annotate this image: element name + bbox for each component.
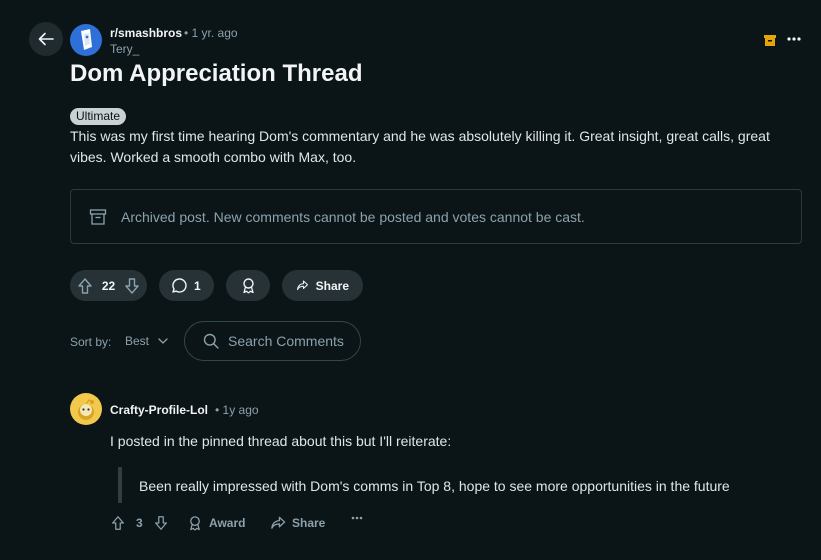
post-score: 22 — [101, 278, 116, 293]
comment-award-label: Award — [209, 516, 246, 530]
upvote-icon — [78, 277, 92, 294]
post-title: Dom Appreciation Thread — [70, 60, 363, 87]
comment-upvote-button[interactable] — [110, 515, 126, 531]
archived-notice: Archived post. New comments cannot be po… — [70, 189, 802, 244]
comment-more-button[interactable] — [351, 516, 363, 520]
subreddit-avatar[interactable] — [70, 24, 102, 56]
back-button[interactable] — [29, 22, 63, 56]
upvote-button[interactable] — [76, 277, 94, 295]
search-comments-input[interactable]: Search Comments — [184, 321, 361, 361]
comment-time: • 1y ago — [215, 403, 259, 417]
comment-vote-bar: 3 — [110, 515, 169, 531]
post-time: • 1 yr. ago — [184, 26, 238, 40]
more-icon — [351, 516, 363, 520]
comments-button[interactable]: 1 — [159, 270, 214, 301]
post-body: This was my first time hearing Dom's com… — [70, 128, 770, 165]
post-flair[interactable]: Ultimate — [70, 108, 127, 125]
comment-downvote-button[interactable] — [153, 515, 169, 531]
comment-count: 1 — [194, 278, 201, 293]
comment-quote: Been really impressed with Dom's comms i… — [139, 478, 730, 494]
comment-share-button[interactable]: Share — [270, 515, 325, 531]
share-icon — [296, 280, 309, 291]
archive-box-icon — [89, 208, 107, 225]
downvote-button[interactable] — [123, 277, 141, 295]
comment-author[interactable]: Crafty-Profile-Lol — [110, 403, 208, 417]
upvote-icon — [112, 516, 124, 530]
share-icon — [271, 516, 286, 529]
post-author[interactable]: Tery_ — [110, 42, 139, 56]
sort-label: Sort by: — [70, 335, 112, 349]
search-icon — [203, 333, 219, 349]
archived-notice-text: Archived post. New comments cannot be po… — [121, 208, 585, 225]
downvote-icon — [125, 277, 139, 294]
more-icon — [787, 37, 801, 41]
sort-value: Best — [125, 334, 150, 348]
chevron-down-icon — [158, 338, 168, 344]
subreddit-name[interactable]: r/smashbros — [110, 26, 182, 40]
award-button[interactable] — [226, 270, 270, 301]
award-icon — [242, 278, 254, 294]
comment-share-label: Share — [292, 516, 326, 530]
comment-award-button[interactable]: Award — [187, 515, 245, 531]
share-button[interactable]: Share — [282, 270, 363, 301]
comment-score: 3 — [136, 516, 143, 530]
archive-icon — [763, 33, 777, 47]
comment-text: I posted in the pinned thread about this… — [110, 433, 452, 449]
downvote-icon — [154, 516, 167, 530]
back-arrow-icon — [38, 32, 54, 46]
search-placeholder: Search Comments — [228, 333, 344, 349]
comment-icon — [172, 278, 187, 293]
vote-bar: 22 — [70, 270, 147, 301]
award-icon — [190, 516, 200, 531]
quote-bar — [118, 467, 122, 503]
comment-avatar[interactable] — [70, 393, 102, 425]
sort-dropdown[interactable]: Best — [125, 334, 168, 348]
share-label: Share — [315, 278, 349, 293]
more-options-button[interactable] — [785, 30, 803, 48]
